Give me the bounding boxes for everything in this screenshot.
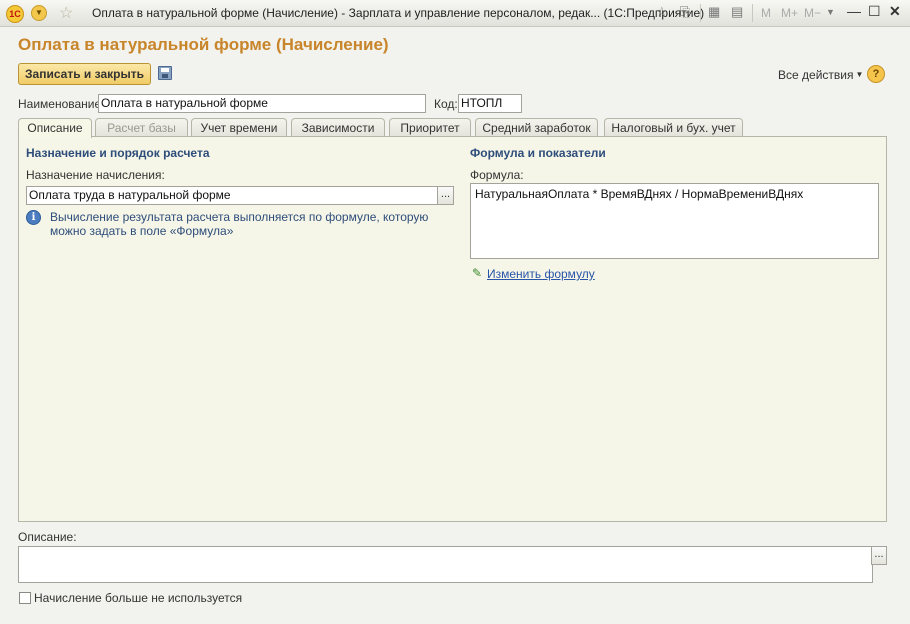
- save-and-close-button[interactable]: Записать и закрыть: [18, 63, 151, 85]
- main-menu-icon[interactable]: ▼: [31, 5, 47, 21]
- name-label: Наименование:: [18, 97, 105, 111]
- toolbar-more-icon[interactable]: ▼: [826, 7, 835, 17]
- calendar-icon[interactable]: ▤: [731, 4, 743, 20]
- section-title-purpose: Назначение и порядок расчета: [26, 146, 210, 160]
- purpose-input[interactable]: Оплата труда в натуральной форме: [26, 186, 438, 205]
- purpose-select-button[interactable]: ...: [437, 186, 454, 205]
- close-icon[interactable]: ✕: [889, 3, 901, 20]
- name-input[interactable]: Оплата в натуральной форме: [98, 94, 426, 113]
- tab-time-accounting[interactable]: Учет времени: [191, 118, 287, 137]
- calculator-icon[interactable]: ▦: [708, 4, 720, 20]
- description-label: Описание:: [18, 530, 77, 544]
- tab-base-calculation[interactable]: Расчет базы: [95, 118, 188, 137]
- memory-m-icon[interactable]: M: [761, 6, 771, 20]
- edit-formula-link[interactable]: Изменить формулу: [487, 267, 595, 281]
- formula-textarea[interactable]: НатуральнаяОплата * ВремяВДнях / НормаВр…: [470, 183, 879, 259]
- memory-m-minus-icon[interactable]: M−: [804, 6, 821, 20]
- section-title-formula: Формула и показатели: [470, 146, 606, 160]
- minimize-icon[interactable]: —: [847, 3, 861, 19]
- help-icon[interactable]: ?: [867, 65, 885, 83]
- all-actions-label: Все действия: [778, 68, 854, 82]
- code-input[interactable]: НТОПЛ: [458, 94, 522, 113]
- save-disk-icon[interactable]: [158, 66, 172, 80]
- add-favorite-icon[interactable]: ☆: [656, 4, 668, 20]
- tab-priority[interactable]: Приоритет: [389, 118, 471, 137]
- favorite-star-icon[interactable]: ☆: [59, 3, 73, 23]
- unused-checkbox-label[interactable]: Начисление больше не используется: [34, 591, 242, 605]
- code-label: Код:: [434, 97, 458, 111]
- form-title: Оплата в натуральной форме (Начисление): [18, 35, 389, 54]
- window-title: Оплата в натуральной форме (Начисление) …: [92, 6, 705, 20]
- pencil-icon[interactable]: ✎: [472, 266, 482, 280]
- info-text: Вычисление результата расчета выполняетс…: [50, 210, 429, 238]
- tab-average-earnings[interactable]: Средний заработок: [475, 118, 598, 137]
- toolbar-separator: [700, 4, 701, 22]
- maximize-icon[interactable]: ☐: [868, 3, 881, 20]
- formula-label: Формула:: [470, 168, 524, 182]
- window-titlebar: 1С ▼ ☆ Оплата в натуральной форме (Начис…: [0, 0, 910, 27]
- tab-tax-accounting[interactable]: Налоговый и бух. учет: [604, 118, 743, 137]
- all-actions-menu[interactable]: Все действия ▼: [778, 68, 863, 82]
- tab-dependencies[interactable]: Зависимости: [291, 118, 385, 137]
- toolbar-separator: [752, 4, 753, 22]
- link-icon[interactable]: ⎘: [680, 4, 690, 20]
- description-open-button[interactable]: ...: [871, 546, 887, 565]
- tab-description[interactable]: Описание: [18, 118, 92, 138]
- info-icon: i: [26, 210, 41, 225]
- memory-m-plus-icon[interactable]: M+: [781, 6, 798, 20]
- app-logo-icon[interactable]: 1С: [6, 5, 24, 23]
- chevron-down-icon: ▼: [855, 70, 864, 79]
- description-textarea[interactable]: [18, 546, 873, 583]
- unused-checkbox[interactable]: [19, 592, 31, 604]
- purpose-label: Назначение начисления:: [26, 168, 165, 182]
